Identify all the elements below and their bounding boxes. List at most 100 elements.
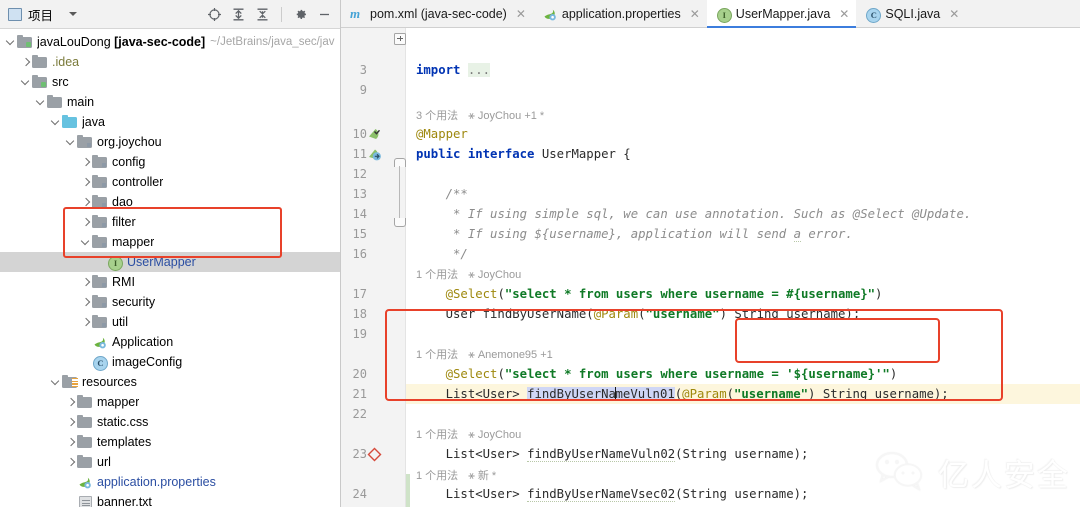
chevron-right-icon[interactable]	[81, 177, 92, 188]
close-icon[interactable]: ✕	[690, 8, 700, 20]
chevron-down-icon[interactable]	[6, 37, 17, 48]
tree-item-controller[interactable]: controller	[0, 172, 340, 192]
code-line-13[interactable]: /**	[406, 184, 1080, 204]
project-tree[interactable]: javaLouDong [java-sec-code] ~/JetBrains/j…	[0, 29, 340, 507]
fold-marker-comment-start[interactable]	[394, 158, 406, 167]
tree-item-usermapper[interactable]: I UserMapper	[0, 252, 340, 272]
code-line-21[interactable]: List<User> findByUserNameVuln01(@Param("…	[406, 384, 1080, 404]
tree-item-org.joychou[interactable]: org.joychou	[0, 132, 340, 152]
chevron-down-icon[interactable]	[66, 137, 77, 148]
settings-gear-icon[interactable]	[293, 7, 308, 22]
chevron-right-icon[interactable]	[81, 297, 92, 308]
editor-tab-sqli[interactable]: C SQLI.java ✕	[856, 0, 966, 27]
tree-item-javaloudong[interactable]: javaLouDong [java-sec-code] ~/JetBrains/j…	[0, 32, 340, 52]
chevron-down-icon[interactable]	[51, 377, 62, 388]
tree-item-.idea[interactable]: .idea	[0, 52, 340, 72]
usage-count-label[interactable]: 3 个用法	[416, 110, 458, 122]
fold-marker-comment-end[interactable]	[394, 218, 406, 227]
chevron-right-icon[interactable]	[66, 457, 77, 468]
code-line-24[interactable]: List<User> findByUserNameVsec02(String u…	[406, 484, 1080, 504]
tree-item-imageconfig[interactable]: CimageConfig	[0, 352, 340, 372]
code-vision-usage-hint[interactable]: 3 个用法 ⚹ JoyChou +1 *	[406, 107, 544, 125]
tree-item-dao[interactable]: dao	[0, 192, 340, 212]
hide-panel-icon[interactable]	[317, 7, 332, 22]
project-panel-icon	[8, 7, 22, 21]
code-line-18[interactable]: User findByUserName(@Param("username") S…	[406, 304, 1080, 324]
close-icon[interactable]: ✕	[949, 8, 959, 20]
code-line-15[interactable]: * If using ${username}, application will…	[406, 224, 1080, 244]
project-panel-title[interactable]: 项目	[8, 5, 78, 24]
tree-item-application[interactable]: Application	[0, 332, 340, 352]
tree-item-templates[interactable]: templates	[0, 432, 340, 452]
author-label[interactable]: ⚹ JoyChou	[468, 429, 521, 441]
code-line-23[interactable]: List<User> findByUserNameVuln02(String u…	[406, 444, 1080, 464]
tree-item-filter[interactable]: filter	[0, 212, 340, 232]
chevron-right-icon[interactable]	[66, 417, 77, 428]
tree-item-static.css[interactable]: static.css	[0, 412, 340, 432]
editor-tab-bar[interactable]: m pom.xml (java-sec-code) ✕ application.pro…	[341, 0, 1080, 28]
spring-properties-icon	[77, 474, 93, 490]
implementing-class-icon[interactable]	[367, 147, 382, 162]
chevron-right-icon[interactable]	[81, 317, 92, 328]
editor-tab-application[interactable]: application.properties ✕	[533, 0, 707, 27]
code-folding-gutter[interactable]	[393, 28, 406, 507]
chevron-right-icon[interactable]	[66, 437, 77, 448]
usage-count-label[interactable]: 1 个用法	[416, 349, 458, 361]
code-line-10[interactable]: @Mapper	[406, 124, 1080, 144]
code-line-14[interactable]: * If using simple sql, we can use annota…	[406, 204, 1080, 224]
tree-item-mapper[interactable]: mapper	[0, 392, 340, 412]
editor-tab-pom[interactable]: m pom.xml (java-sec-code) ✕	[341, 0, 533, 27]
code-line-3[interactable]: import ...	[406, 60, 1080, 80]
tree-item-config[interactable]: config	[0, 152, 340, 172]
tree-item-mapper[interactable]: mapper	[0, 232, 340, 252]
line-number-gutter[interactable]: 3910111213141516171819202122232425	[341, 28, 393, 507]
close-icon[interactable]: ✕	[516, 8, 526, 20]
fold-marker-import[interactable]	[394, 33, 406, 45]
tree-item-util[interactable]: util	[0, 312, 340, 332]
overriding-method-icon[interactable]	[367, 447, 382, 462]
chevron-down-icon[interactable]	[81, 237, 92, 248]
chevron-down-icon[interactable]	[51, 117, 62, 128]
usage-count-label[interactable]: 1 个用法	[416, 269, 458, 281]
usage-count-label[interactable]: 1 个用法	[416, 429, 458, 441]
tree-item-resources[interactable]: resources	[0, 372, 340, 392]
code-line-17[interactable]: @Select("select * from users where usern…	[406, 284, 1080, 304]
tree-item-src[interactable]: src	[0, 72, 340, 92]
chevron-right-icon[interactable]	[66, 397, 77, 408]
implemented-method-icon[interactable]	[367, 127, 382, 142]
code-editor[interactable]: 3910111213141516171819202122232425 impor…	[341, 28, 1080, 507]
chevron-down-icon[interactable]	[36, 97, 47, 108]
code-vision-usage-hint[interactable]: 1 个用法 ⚹ 新 *	[406, 467, 496, 485]
editor-tab-usermapper[interactable]: I UserMapper.java ✕	[706, 0, 857, 28]
author-label[interactable]: ⚹ 新 *	[468, 470, 496, 482]
code-vision-usage-hint[interactable]: 1 个用法 ⚹ JoyChou	[406, 426, 521, 444]
usage-count-label[interactable]: 1 个用法	[416, 470, 458, 482]
author-label[interactable]: ⚹ JoyChou	[468, 269, 521, 281]
author-label[interactable]: ⚹ Anemone95 +1	[468, 349, 553, 361]
chevron-right-icon[interactable]	[21, 57, 32, 68]
close-icon[interactable]: ✕	[839, 8, 849, 20]
code-line-16[interactable]: */	[406, 244, 1080, 264]
chevron-right-icon[interactable]	[81, 217, 92, 228]
tree-item-banner.txt[interactable]: banner.txt	[0, 492, 340, 507]
code-vision-usage-hint[interactable]: 1 个用法 ⚹ JoyChou	[406, 266, 521, 284]
author-label[interactable]: ⚹ JoyChou +1 *	[468, 110, 544, 122]
tree-item-url[interactable]: url	[0, 452, 340, 472]
tree-item-rmi[interactable]: RMI	[0, 272, 340, 292]
tree-item-java[interactable]: java	[0, 112, 340, 132]
chevron-right-icon[interactable]	[81, 277, 92, 288]
code-line-11[interactable]: public interface UserMapper {	[406, 144, 1080, 164]
collapse-all-icon[interactable]	[255, 7, 270, 22]
code-vision-usage-hint[interactable]: 1 个用法 ⚹ Anemone95 +1	[406, 346, 553, 364]
source-code-view[interactable]: import ... @Mapper public interface UserMa…	[406, 28, 1080, 507]
expand-all-icon[interactable]	[231, 7, 246, 22]
chevron-down-icon[interactable]	[69, 12, 78, 16]
locate-icon[interactable]	[207, 7, 222, 22]
chevron-right-icon[interactable]	[81, 157, 92, 168]
chevron-right-icon[interactable]	[81, 197, 92, 208]
code-line-20[interactable]: @Select("select * from users where usern…	[406, 364, 1080, 384]
chevron-down-icon[interactable]	[21, 77, 32, 88]
tree-item-main[interactable]: main	[0, 92, 340, 112]
tree-item-security[interactable]: security	[0, 292, 340, 312]
tree-item-application.properties[interactable]: application.properties	[0, 472, 340, 492]
